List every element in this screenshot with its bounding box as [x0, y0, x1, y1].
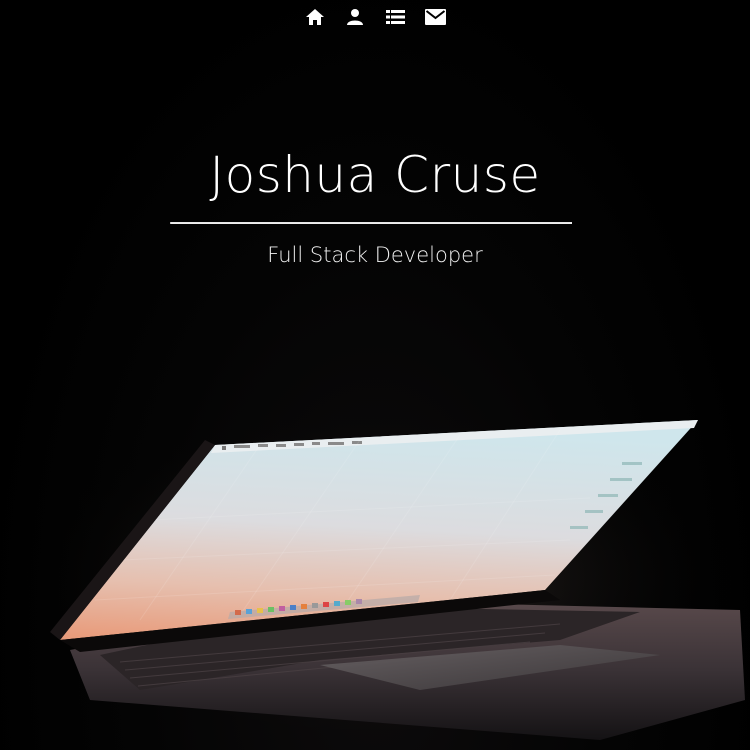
- hero-section: Joshua Cruse Full Stack Developer: [0, 0, 750, 750]
- list-icon: [385, 9, 405, 25]
- mail-icon: [424, 9, 446, 25]
- nav-projects-link[interactable]: [384, 6, 406, 28]
- person-icon: [346, 8, 364, 26]
- hero-subtitle: Full Stack Developer: [267, 243, 483, 267]
- hero-divider: [170, 222, 572, 224]
- nav-home-link[interactable]: [304, 6, 326, 28]
- laptop-background-image: [20, 390, 745, 740]
- nav-contact-link[interactable]: [424, 6, 446, 28]
- top-nav: [0, 6, 750, 28]
- home-icon: [305, 8, 325, 26]
- nav-about-link[interactable]: [344, 6, 366, 28]
- hero-name: Joshua Cruse: [209, 146, 541, 204]
